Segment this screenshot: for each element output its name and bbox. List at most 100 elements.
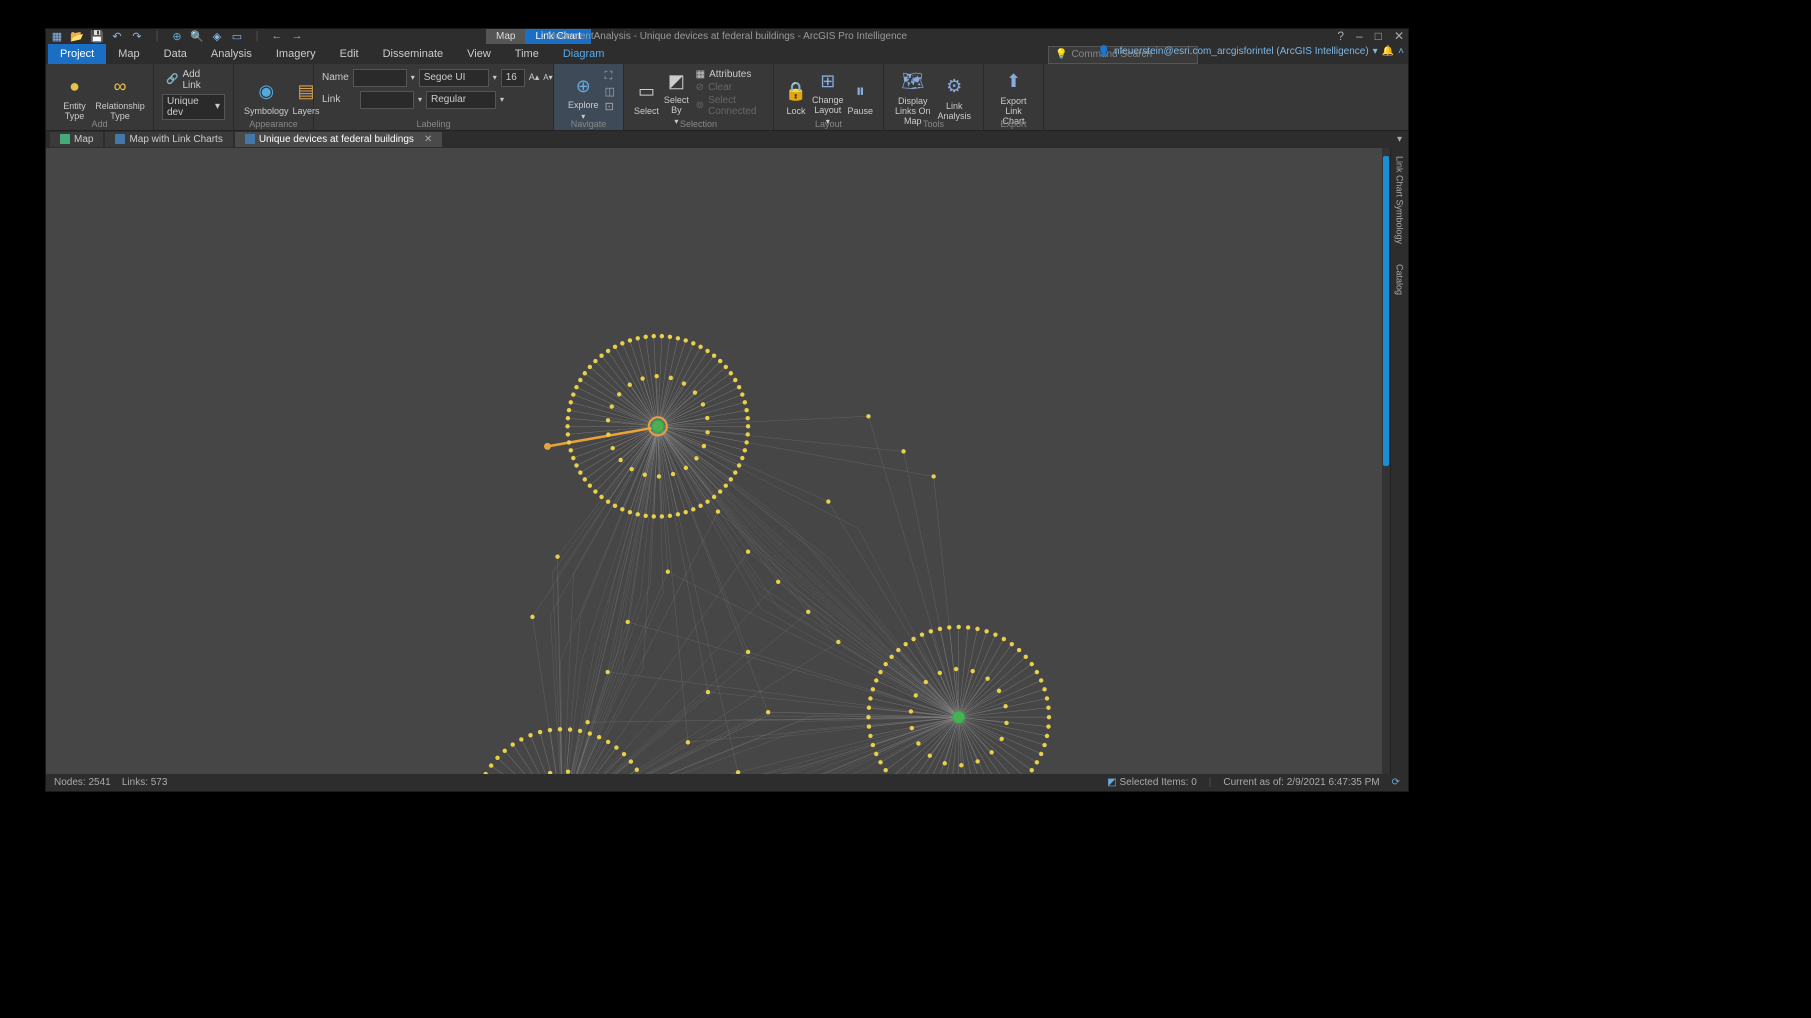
pause-icon: ⏸ bbox=[848, 80, 872, 104]
view-tab-unique-devices[interactable]: Unique devices at federal buildings✕ bbox=[235, 132, 443, 147]
app-window: ▦ 📂 💾 ↶ ↷ | ⊕ 🔍 ◈ ▭ | ← → Map Link Chart… bbox=[45, 28, 1409, 792]
full-extent-icon[interactable]: ◈ bbox=[210, 29, 224, 43]
view-tab-map-linkcharts[interactable]: Map with Link Charts bbox=[105, 132, 232, 147]
select-connected-button[interactable]: ⊚Select Connected bbox=[692, 94, 765, 118]
table-icon: ▦ bbox=[696, 69, 705, 80]
vertical-scrollbar[interactable] bbox=[1382, 148, 1390, 775]
next-extent-icon[interactable]: → bbox=[290, 29, 304, 43]
link-icon: 🔗 bbox=[166, 74, 178, 85]
links-count: 573 bbox=[151, 777, 168, 788]
tab-project[interactable]: Project bbox=[48, 44, 106, 64]
decrease-font-icon[interactable]: A▾ bbox=[543, 73, 552, 82]
side-tab-symbology[interactable]: Link Chart Symbology bbox=[1393, 152, 1407, 248]
map-icon bbox=[115, 134, 125, 144]
maximize-icon[interactable]: □ bbox=[1375, 29, 1382, 43]
group-label-selection: Selection bbox=[624, 119, 773, 129]
selectby-icon: ◩ bbox=[664, 69, 688, 93]
layout-icon: ⊞ bbox=[816, 69, 840, 93]
notification-icon[interactable]: 🔔 bbox=[1382, 46, 1394, 57]
explore-tool-icon[interactable]: ⊕ bbox=[170, 29, 184, 43]
close-icon[interactable]: ✕ bbox=[1394, 29, 1404, 43]
ribbon: ●Entity Type ∞Relationship Type Add 🔗Add… bbox=[46, 64, 1408, 131]
refresh-icon[interactable]: ⟳ bbox=[1392, 777, 1400, 788]
add-link-button[interactable]: 🔗Add Link bbox=[162, 68, 225, 92]
minimize-icon[interactable]: – bbox=[1356, 29, 1363, 43]
clear-button[interactable]: ⊘Clear bbox=[692, 81, 765, 94]
map-icon bbox=[60, 134, 70, 144]
select-tool-icon[interactable]: ▭ bbox=[230, 29, 244, 43]
attributes-button[interactable]: ▦Attributes bbox=[692, 68, 765, 81]
tab-analysis[interactable]: Analysis bbox=[199, 44, 264, 64]
explore-icon: ⊕ bbox=[571, 74, 595, 98]
tab-time[interactable]: Time bbox=[503, 44, 551, 64]
status-right: ◩ Selected Items: 0 | Current as of: 2/9… bbox=[1107, 777, 1400, 788]
analysis-icon: ⚙ bbox=[942, 75, 966, 99]
window-title: MovementAnalysis - Unique devices at fed… bbox=[547, 31, 907, 42]
bulb-icon: 💡 bbox=[1055, 49, 1067, 60]
canvas-area: Link Chart Symbology Catalog bbox=[46, 148, 1408, 775]
zoom-sel-icon[interactable]: ◫ bbox=[605, 85, 615, 98]
chevron-down-icon: ▾ bbox=[1373, 46, 1378, 57]
select-icon: ▭ bbox=[635, 80, 659, 104]
group-label-labeling: Labeling bbox=[314, 119, 553, 129]
fontstyle-input[interactable] bbox=[426, 91, 496, 109]
scroll-thumb[interactable] bbox=[1383, 156, 1389, 466]
chevron-down-icon[interactable]: ▾ bbox=[418, 95, 422, 104]
redo-icon[interactable]: ↷ bbox=[130, 29, 144, 43]
side-panel-tabs: Link Chart Symbology Catalog bbox=[1390, 148, 1408, 775]
link-input[interactable] bbox=[360, 91, 414, 109]
chevron-down-icon[interactable]: ▾ bbox=[493, 73, 497, 82]
zoom-full-icon[interactable]: ⛶ bbox=[605, 70, 615, 83]
tab-diagram[interactable]: Diagram bbox=[551, 44, 617, 64]
tab-map[interactable]: Map bbox=[106, 44, 151, 64]
fixed-zoom-icon[interactable]: ⊡ bbox=[605, 100, 615, 113]
name-input[interactable] bbox=[353, 69, 407, 87]
close-tab-icon[interactable]: ✕ bbox=[424, 134, 432, 145]
undo-icon[interactable]: ↶ bbox=[110, 29, 124, 43]
titlebar: ▦ 📂 💾 ↶ ↷ | ⊕ 🔍 ◈ ▭ | ← → Map Link Chart… bbox=[46, 29, 1408, 44]
link-type-dropdown[interactable]: Unique dev▾ bbox=[162, 94, 225, 120]
zoom-icon[interactable]: 🔍 bbox=[190, 29, 204, 43]
new-project-icon[interactable]: ▦ bbox=[50, 29, 64, 43]
side-tab-catalog[interactable]: Catalog bbox=[1393, 260, 1407, 299]
increase-font-icon[interactable]: A▴ bbox=[529, 72, 540, 83]
group-label-layout: Layout bbox=[774, 119, 883, 129]
chevron-down-icon[interactable]: ▾ bbox=[411, 73, 415, 82]
linkchart-icon bbox=[245, 134, 255, 144]
timestamp-status: Current as of: 2/9/2021 6:47:35 PM bbox=[1223, 777, 1379, 788]
relationship-icon: ∞ bbox=[108, 75, 132, 99]
group-label-navigate: Navigate bbox=[554, 119, 623, 129]
link-chart-canvas[interactable] bbox=[46, 148, 1390, 775]
nodes-count: 2541 bbox=[88, 777, 110, 788]
group-label-tools: Tools bbox=[884, 119, 983, 129]
font-input[interactable] bbox=[419, 69, 489, 87]
name-label: Name bbox=[322, 72, 349, 83]
group-label-appearance: Appearance bbox=[234, 119, 313, 129]
link-label: Link bbox=[322, 94, 356, 105]
symbology-icon: ◉ bbox=[254, 80, 278, 104]
help-icon[interactable]: ? bbox=[1337, 29, 1344, 43]
collapse-ribbon-icon[interactable]: ˄ bbox=[1398, 46, 1404, 57]
chevron-down-icon: ▾ bbox=[215, 101, 220, 112]
statusbar: Nodes: 2541 Links: 573 ◩ Selected Items:… bbox=[46, 774, 1408, 791]
prev-extent-icon[interactable]: ← bbox=[270, 29, 284, 43]
status-left: Nodes: 2541 Links: 573 bbox=[54, 777, 167, 788]
save-icon[interactable]: 💾 bbox=[90, 29, 104, 43]
tab-view[interactable]: View bbox=[455, 44, 503, 64]
user-label: nfeuerstein@esri.com_arcgisforintel (Arc… bbox=[1114, 46, 1369, 57]
signed-in-user[interactable]: 👤 nfeuerstein@esri.com_arcgisforintel (A… bbox=[1098, 46, 1404, 57]
group-label-add: Add bbox=[46, 119, 153, 129]
view-tab-menu-icon[interactable]: ▾ bbox=[1397, 134, 1408, 145]
tab-imagery[interactable]: Imagery bbox=[264, 44, 328, 64]
tab-disseminate[interactable]: Disseminate bbox=[371, 44, 456, 64]
chevron-down-icon[interactable]: ▾ bbox=[500, 95, 504, 104]
tab-data[interactable]: Data bbox=[152, 44, 199, 64]
ribbon-tabs: Project Map Data Analysis Imagery Edit D… bbox=[46, 44, 1408, 64]
map-icon: 🗺 bbox=[901, 70, 925, 94]
view-tab-map[interactable]: Map bbox=[50, 132, 103, 147]
tab-edit[interactable]: Edit bbox=[328, 44, 371, 64]
fontsize-input[interactable] bbox=[501, 69, 525, 87]
selection-icon: ◩ bbox=[1107, 777, 1116, 788]
entity-icon: ● bbox=[63, 75, 87, 99]
open-icon[interactable]: 📂 bbox=[70, 29, 84, 43]
